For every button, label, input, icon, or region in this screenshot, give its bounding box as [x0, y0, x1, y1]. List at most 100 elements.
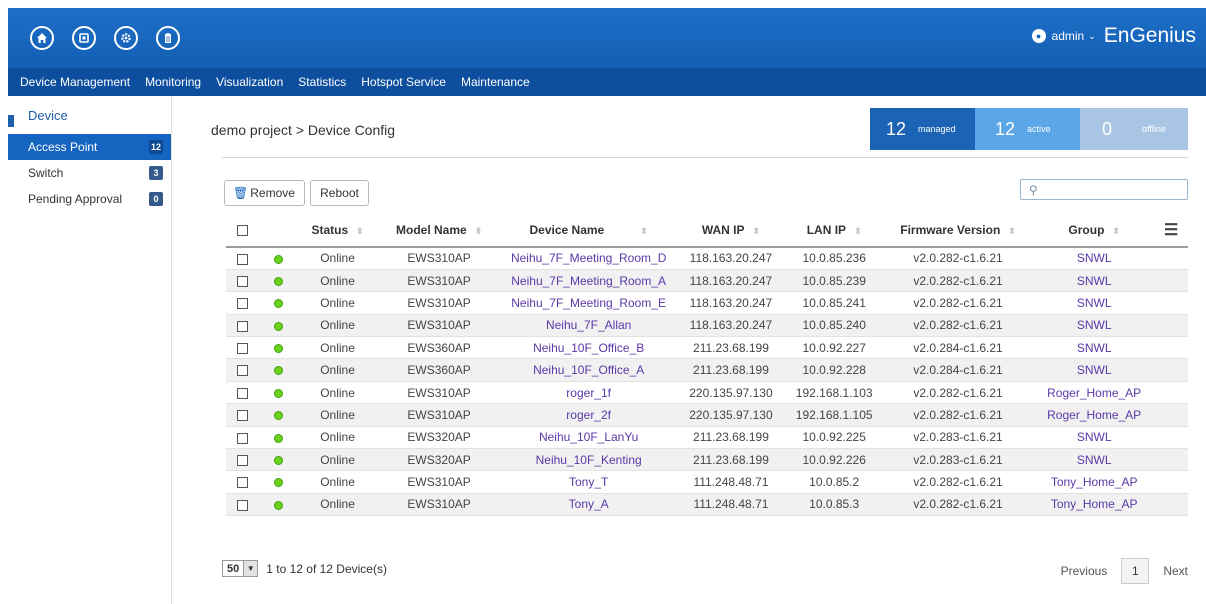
- nav-monitoring[interactable]: Monitoring: [145, 75, 201, 89]
- device-name-link[interactable]: Tony_A: [569, 497, 609, 511]
- cell-lan-ip: 10.0.92.226: [786, 448, 883, 472]
- status-dot-cell: [259, 291, 299, 315]
- group-link[interactable]: SNWL: [1077, 363, 1112, 377]
- cell-model: EWS310AP: [376, 247, 502, 270]
- column-chooser[interactable]: ☰: [1154, 214, 1188, 248]
- row-checkbox[interactable]: [237, 432, 249, 444]
- sidebar-item-switch[interactable]: Switch 3: [8, 160, 171, 186]
- dashboard-icon[interactable]: [72, 26, 96, 50]
- row-checkbox[interactable]: [237, 477, 249, 489]
- table-row[interactable]: Online EWS320AP Neihu_10F_Kenting 211.23.68…: [226, 448, 1188, 472]
- row-checkbox-cell: [226, 314, 260, 338]
- sidebar-section-device[interactable]: Device: [8, 96, 171, 134]
- table-row[interactable]: Online EWS310AP Tony_A 111.248.48.71 10.0.85…: [226, 493, 1188, 517]
- reboot-button[interactable]: Reboot: [310, 180, 369, 206]
- row-checkbox[interactable]: [237, 253, 249, 265]
- user-menu[interactable]: ● admin ⌄ EnGenius: [1031, 24, 1196, 48]
- col-status[interactable]: Status ⬍: [298, 214, 377, 248]
- table-row[interactable]: Online EWS310AP Neihu_7F_Meeting_Room_E 118…: [226, 291, 1188, 315]
- col-lan-ip[interactable]: LAN IP ⬍: [786, 214, 883, 248]
- table-row[interactable]: Online EWS310AP Tony_T 111.248.48.71 10.0.85…: [226, 470, 1188, 494]
- device-name-link[interactable]: Neihu_7F_Meeting_Room_A: [511, 274, 666, 288]
- row-checkbox[interactable]: [237, 365, 249, 377]
- home-icon[interactable]: [30, 26, 54, 50]
- table-row[interactable]: Online EWS310AP Neihu_7F_Allan 118.163.20.2…: [226, 314, 1188, 338]
- online-status-icon: [274, 254, 284, 264]
- row-checkbox[interactable]: [237, 410, 249, 422]
- cell-lan-ip: 10.0.85.2: [786, 470, 883, 494]
- group-link[interactable]: Tony_Home_AP: [1051, 497, 1138, 511]
- sort-icon: ⬍: [752, 226, 761, 236]
- page-size-select[interactable]: 50 ▼: [222, 560, 259, 577]
- table-row[interactable]: Online EWS360AP Neihu_10F_Office_B 211.23.6…: [226, 336, 1188, 360]
- device-name-link[interactable]: Neihu_7F_Allan: [546, 318, 631, 332]
- group-link[interactable]: SNWL: [1077, 274, 1112, 288]
- device-name-link[interactable]: Neihu_7F_Meeting_Room_D: [511, 251, 666, 265]
- sort-icon: ⬍: [474, 226, 483, 236]
- search-input[interactable]: ⚲: [1020, 179, 1188, 200]
- cell-device-name: Tony_A: [501, 493, 676, 517]
- page-button-current[interactable]: 1: [1121, 558, 1150, 584]
- nav-hotspot-service[interactable]: Hotspot Service: [361, 75, 446, 89]
- online-status-icon: [274, 344, 284, 354]
- sidebar-item-pending-approval[interactable]: Pending Approval 0: [8, 186, 171, 212]
- col-device-name[interactable]: Device Name ⬍: [501, 214, 676, 248]
- col-wan-ip[interactable]: WAN IP ⬍: [675, 214, 787, 248]
- table-row[interactable]: Online EWS310AP roger_2f 220.135.97.130 192.…: [226, 403, 1188, 427]
- group-link[interactable]: Roger_Home_AP: [1047, 386, 1141, 400]
- device-name-link[interactable]: Neihu_7F_Meeting_Room_E: [511, 296, 666, 310]
- list-icon: ☰: [1164, 222, 1179, 239]
- device-name-link[interactable]: roger_2f: [566, 408, 611, 422]
- row-checkbox-cell: [226, 247, 260, 270]
- stat-offline[interactable]: 0 offline: [1080, 108, 1188, 150]
- next-button[interactable]: Next: [1163, 564, 1188, 578]
- table-row[interactable]: Online EWS360AP Neihu_10F_Office_A 211.23.6…: [226, 358, 1188, 382]
- table-row[interactable]: Online EWS310AP Neihu_7F_Meeting_Room_A 118…: [226, 269, 1188, 293]
- gear-icon[interactable]: [114, 26, 138, 50]
- table-row[interactable]: Online EWS310AP Neihu_7F_Meeting_Room_D 118…: [226, 247, 1188, 270]
- stat-managed[interactable]: 12 managed: [870, 108, 975, 150]
- sidebar-item-access-point[interactable]: Access Point 12: [8, 134, 171, 160]
- group-link[interactable]: SNWL: [1077, 430, 1112, 444]
- clipboard-icon[interactable]: [156, 26, 180, 50]
- row-checkbox[interactable]: [237, 298, 249, 310]
- table-row[interactable]: Online EWS310AP roger_1f 220.135.97.130 192.…: [226, 381, 1188, 405]
- row-checkbox[interactable]: [237, 499, 249, 511]
- nav-statistics[interactable]: Statistics: [298, 75, 346, 89]
- row-checkbox[interactable]: [237, 343, 249, 355]
- col-firmware-version[interactable]: Firmware Version ⬍: [882, 214, 1034, 248]
- device-name-link[interactable]: Neihu_10F_Kenting: [536, 453, 642, 467]
- col-model-name[interactable]: Model Name ⬍: [376, 214, 502, 248]
- device-name-link[interactable]: Neihu_10F_Office_A: [533, 363, 644, 377]
- status-dot-cell: [259, 269, 299, 293]
- group-link[interactable]: Roger_Home_AP: [1047, 408, 1141, 422]
- nav-maintenance[interactable]: Maintenance: [461, 75, 530, 89]
- group-link[interactable]: SNWL: [1077, 341, 1112, 355]
- stat-active[interactable]: 12 active: [975, 108, 1080, 150]
- row-checkbox[interactable]: [237, 387, 249, 399]
- group-link[interactable]: Tony_Home_AP: [1051, 475, 1138, 489]
- previous-button[interactable]: Previous: [1061, 564, 1108, 578]
- remove-button[interactable]: 🗑 Remove: [224, 180, 305, 206]
- cell-model: EWS320AP: [376, 426, 502, 450]
- device-name-link[interactable]: Neihu_10F_Office_B: [533, 341, 644, 355]
- row-checkbox[interactable]: [237, 275, 249, 287]
- group-link[interactable]: SNWL: [1077, 453, 1112, 467]
- row-checkbox[interactable]: [237, 320, 249, 332]
- group-link[interactable]: SNWL: [1077, 296, 1112, 310]
- group-link[interactable]: SNWL: [1077, 318, 1112, 332]
- col-group[interactable]: Group ⬍: [1033, 214, 1155, 248]
- cell-wan-ip: 111.248.48.71: [675, 493, 787, 517]
- device-table: Status ⬍ Model Name ⬍ Device Name ⬍ WAN IP ⬍…: [226, 214, 1188, 517]
- cell-model: EWS310AP: [376, 291, 502, 315]
- cell-empty: [1154, 314, 1188, 338]
- nav-device-management[interactable]: Device Management: [20, 75, 130, 89]
- select-all-checkbox[interactable]: [237, 225, 249, 237]
- table-row[interactable]: Online EWS320AP Neihu_10F_LanYu 211.23.68.1…: [226, 426, 1188, 450]
- nav-visualization[interactable]: Visualization: [216, 75, 283, 89]
- device-name-link[interactable]: Neihu_10F_LanYu: [539, 430, 638, 444]
- group-link[interactable]: SNWL: [1077, 251, 1112, 265]
- device-name-link[interactable]: roger_1f: [566, 386, 611, 400]
- device-name-link[interactable]: Tony_T: [569, 475, 608, 489]
- row-checkbox[interactable]: [237, 455, 249, 467]
